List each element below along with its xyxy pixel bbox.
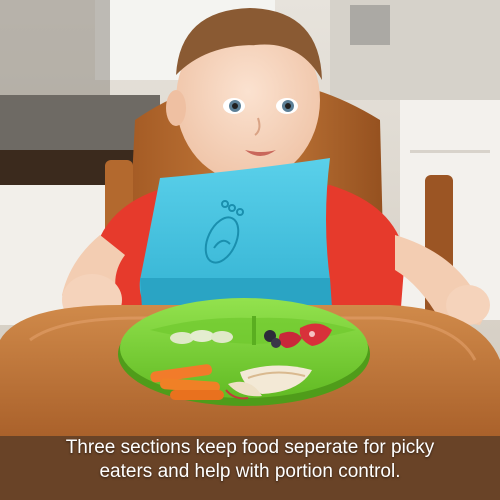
left-ear — [166, 90, 186, 126]
product-caption: Three sections keep food seperate for pi… — [0, 436, 500, 484]
photo-scene — [0, 0, 500, 500]
cabinet-line — [410, 150, 490, 153]
right-pupil — [285, 103, 291, 109]
product-photo: Three sections keep food seperate for pi… — [0, 0, 500, 500]
caption-line-1: Three sections keep food seperate for pi… — [65, 437, 435, 458]
caption-line-2: eaters and help with portion control. — [99, 461, 401, 482]
left-pupil — [232, 103, 238, 109]
hanging-towel — [350, 5, 390, 45]
cabinet-left — [0, 0, 110, 95]
